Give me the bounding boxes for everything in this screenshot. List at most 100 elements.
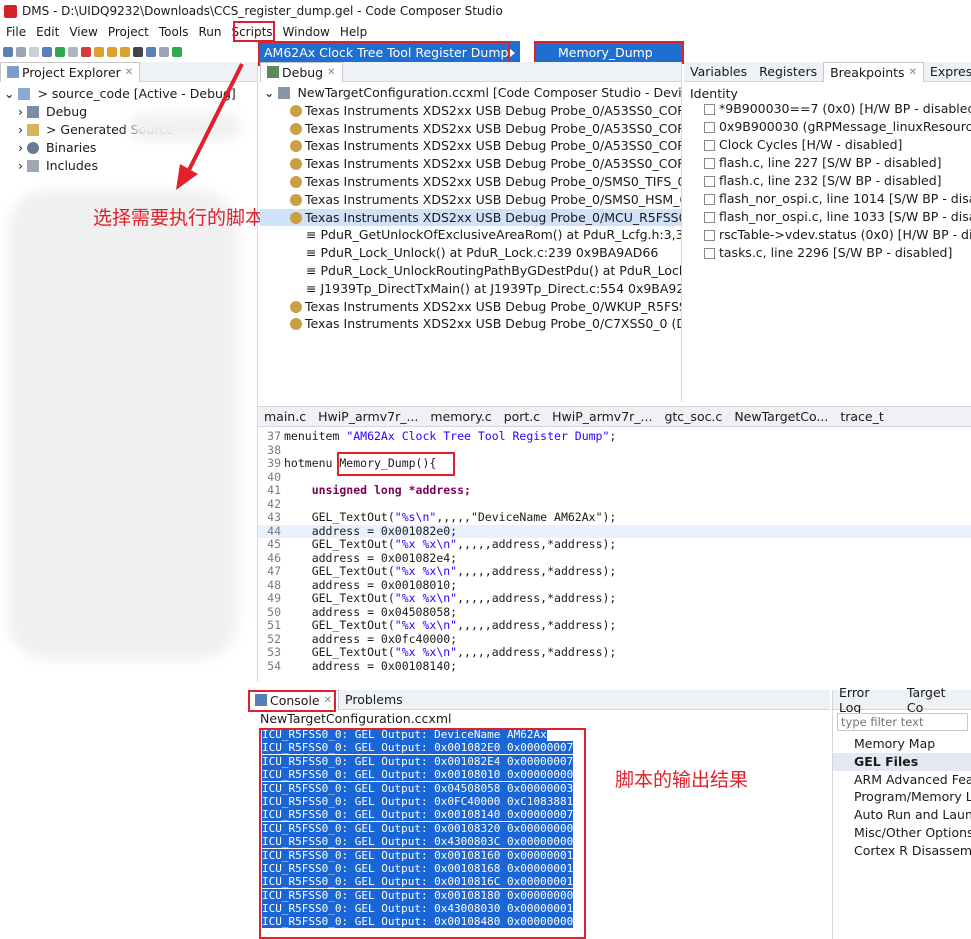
debug-core-row[interactable]: Texas Instruments XDS2xx USB Debug Probe…: [260, 102, 681, 120]
filter-input[interactable]: [837, 713, 968, 731]
tab-trace[interactable]: trace_t: [834, 407, 889, 427]
step-return-icon[interactable]: [120, 47, 130, 57]
terminate-icon[interactable]: [81, 47, 91, 57]
save-all-icon[interactable]: [29, 47, 39, 57]
tab-main-c[interactable]: main.c: [258, 407, 312, 427]
breakpoint-checkbox[interactable]: [704, 122, 715, 133]
code-text: address = 0x00108140;: [284, 658, 458, 673]
stack-frame-row[interactable]: ≡ PduR_GetUnlockOfExclusiveAreaRom() at P…: [260, 226, 681, 244]
breakpoint-checkbox[interactable]: [704, 158, 715, 169]
breakpoint-checkbox[interactable]: [704, 176, 715, 187]
breakpoint-checkbox[interactable]: [704, 104, 715, 115]
menu-edit[interactable]: Edit: [32, 25, 65, 39]
tab-problems-label: Problems: [345, 692, 403, 707]
list-item[interactable]: Auto Run and Launch: [833, 806, 971, 824]
stack-frame-row[interactable]: ≡ PduR_Lock_UnlockRoutingPathByGDestPdu()…: [260, 262, 681, 280]
close-icon[interactable]: ✕: [125, 67, 133, 78]
breakpoint-checkbox[interactable]: [704, 248, 715, 259]
breakpoint-checkbox[interactable]: [704, 212, 715, 223]
breakpoint-checkbox[interactable]: [704, 194, 715, 205]
debug-row-label: Texas Instruments XDS2xx USB Debug Probe…: [305, 156, 681, 172]
menu-help[interactable]: Help: [336, 25, 373, 39]
list-item[interactable]: Program/Memory Lo: [833, 788, 971, 806]
breakpoint-checkbox[interactable]: [704, 140, 715, 151]
tab-label: port.c: [503, 409, 541, 424]
debug-core-row[interactable]: Texas Instruments XDS2xx USB Debug Probe…: [260, 173, 681, 191]
tab-breakpoints[interactable]: Breakpoints ✕: [823, 61, 924, 82]
tab-label: main.c: [264, 409, 307, 424]
menu-file[interactable]: File: [2, 25, 32, 39]
breakpoints-panel: Variables Registers Breakpoints ✕ Express…: [684, 61, 971, 402]
tab-newtargetconfig[interactable]: NewTargetCo...: [728, 407, 834, 427]
terminal-icon[interactable]: [42, 47, 52, 57]
breakpoint-row[interactable]: Clock Cycles [H/W - disabled]: [704, 136, 971, 154]
tab-variables[interactable]: Variables: [684, 62, 753, 82]
resume-icon[interactable]: [55, 47, 65, 57]
chevron-down-icon: ⌄: [4, 86, 15, 101]
tab-expressions[interactable]: Express: [924, 62, 971, 82]
list-item[interactable]: Misc/Other Options: [833, 824, 971, 842]
tab-port-c[interactable]: port.c: [498, 407, 546, 427]
list-item[interactable]: ARM Advanced Feat: [833, 771, 971, 789]
list-item[interactable]: Memory Map: [833, 735, 971, 753]
code-text: ,,,,,address,*address);: [457, 618, 617, 632]
tab-registers[interactable]: Registers: [753, 62, 823, 82]
breakpoint-checkbox[interactable]: [704, 230, 715, 241]
menu-view[interactable]: View: [65, 25, 103, 39]
step-into-icon[interactable]: [94, 47, 104, 57]
debug-core-row[interactable]: Texas Instruments XDS2xx USB Debug Probe…: [260, 298, 681, 316]
breakpoint-row[interactable]: tasks.c, line 2296 [S/W BP - disabled]: [704, 244, 971, 262]
core-icon: [290, 318, 302, 331]
registers-icon[interactable]: [133, 47, 143, 57]
debug-core-row[interactable]: Texas Instruments XDS2xx USB Debug Probe…: [260, 315, 681, 333]
debug-core-row[interactable]: Texas Instruments XDS2xx USB Debug Probe…: [260, 137, 681, 155]
menu-project[interactable]: Project: [104, 25, 155, 39]
debug-icon[interactable]: [172, 47, 182, 57]
suspend-icon[interactable]: [68, 47, 78, 57]
step-over-icon[interactable]: [107, 47, 117, 57]
breakpoint-row[interactable]: rscTable->vdev.status (0x0) [H/W BP - di…: [704, 226, 971, 244]
menu-tools[interactable]: Tools: [155, 25, 195, 39]
close-icon[interactable]: ✕: [909, 67, 917, 78]
menu-run[interactable]: Run: [194, 25, 227, 39]
breakpoint-row[interactable]: flash.c, line 232 [S/W BP - disabled]: [704, 172, 971, 190]
memory-icon[interactable]: [146, 47, 156, 57]
stack-frame-row[interactable]: ≡ J1939Tp_DirectTxMain() at J1939Tp_Direc…: [260, 280, 681, 298]
chevron-right-icon: ›: [18, 122, 23, 137]
tab-debug[interactable]: Debug ✕: [260, 61, 343, 82]
breakpoint-row[interactable]: flash_nor_ospi.c, line 1033 [S/W BP - di…: [704, 208, 971, 226]
close-icon[interactable]: ✕: [327, 67, 335, 78]
debug-session-root[interactable]: ⌄ NewTargetConfiguration.ccxml [Code Com…: [260, 84, 681, 102]
tab-gtc-soc-c[interactable]: gtc_soc.c: [658, 407, 728, 427]
breakpoint-label: tasks.c, line 2296 [S/W BP - disabled]: [719, 245, 953, 260]
save-icon[interactable]: [16, 47, 26, 57]
tab-project-explorer[interactable]: Project Explorer ✕: [0, 61, 141, 82]
debug-core-row[interactable]: Texas Instruments XDS2xx USB Debug Probe…: [260, 191, 681, 209]
list-item-selected[interactable]: GEL Files: [833, 752, 971, 771]
list-item[interactable]: Cortex R Disassembly: [833, 842, 971, 860]
debug-row-label: Texas Instruments XDS2xx USB Debug Probe…: [305, 120, 681, 136]
code-line: 42: [258, 497, 971, 512]
breakpoint-row[interactable]: flash.c, line 227 [S/W BP - disabled]: [704, 154, 971, 172]
breakpoint-row[interactable]: flash_nor_ospi.c, line 1014 [S/W BP - di…: [704, 190, 971, 208]
tab-problems[interactable]: Problems: [339, 690, 409, 710]
new-icon[interactable]: [3, 47, 13, 57]
breakpoint-row[interactable]: 0x9B900030 (gRPMessage_linuxResourceT: [704, 118, 971, 136]
tab-hwip-armv7r-2[interactable]: HwiP_armv7r_...: [546, 407, 658, 427]
menu-bar: File Edit View Project Tools Run Scripts…: [0, 22, 971, 42]
debug-core-row[interactable]: Texas Instruments XDS2xx USB Debug Probe…: [260, 155, 681, 173]
tools-icon[interactable]: [159, 47, 169, 57]
code-text: unsigned long *address;: [284, 483, 471, 497]
line-number: 43: [267, 510, 281, 524]
breakpoint-row[interactable]: *9B900030==7 (0x0) [H/W BP - disabled]: [704, 100, 971, 118]
tab-memory-c[interactable]: memory.c: [424, 407, 497, 427]
tab-hwip-armv7r-1[interactable]: HwiP_armv7r_...: [312, 407, 424, 427]
tab-target-config[interactable]: Target Co: [901, 685, 971, 715]
menu-window[interactable]: Window: [279, 25, 336, 39]
core-icon: [290, 158, 302, 171]
tab-error-log[interactable]: Error Log: [833, 685, 901, 715]
stack-frame-row[interactable]: ≡ PduR_Lock_Unlock() at PduR_Lock.c:239 0…: [260, 244, 681, 262]
debug-core-row[interactable]: Texas Instruments XDS2xx USB Debug Probe…: [260, 120, 681, 138]
debug-core-row-selected[interactable]: Texas Instruments XDS2xx USB Debug Probe…: [260, 208, 681, 227]
breakpoints-header: Identity: [690, 86, 738, 101]
